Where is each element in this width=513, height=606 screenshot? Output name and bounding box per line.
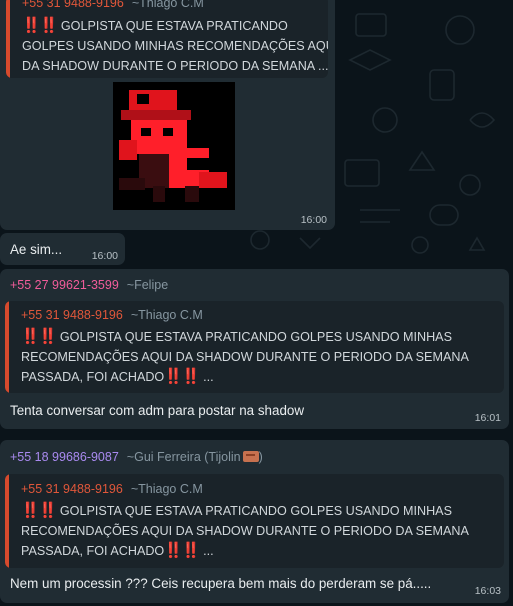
- message-bubble-3[interactable]: +55 27 99621-3599 ~Felipe +55 31 9488-919…: [0, 269, 509, 429]
- quoted-sender-phone: +55 31 9488-9196: [21, 482, 123, 496]
- quoted-message[interactable]: +55 31 9488-9196 ~Thiago C.M ‼️‼️ GOLPIST…: [6, 0, 328, 78]
- message-time: 16:00: [300, 214, 327, 226]
- message-bubble-4[interactable]: +55 18 99686-9087 ~Gui Ferreira (Tijolin)…: [0, 440, 509, 603]
- quoted-text-line-1: ‼️‼️ GOLPISTA QUE ESTAVA PRATICANDO GOLP…: [21, 328, 452, 345]
- quoted-sender-phone: +55 31 9488-9196: [21, 308, 123, 322]
- brick-icon: [242, 451, 259, 462]
- message-bubble-2[interactable]: Ae sim... 16:00: [0, 233, 125, 265]
- double-exclamation-icon: ‼️‼️: [164, 368, 200, 385]
- quoted-text-line-1: ‼️‼️ GOLPISTA QUE ESTAVA PRATICANDO: [22, 17, 288, 34]
- sender-name: ~Felipe: [126, 278, 169, 292]
- quoted-sender-phone: +55 31 9488-9196: [22, 0, 124, 10]
- sender-name: ~Gui Ferreira (Tijolin): [126, 450, 263, 464]
- double-exclamation-icon: ‼️‼️: [21, 328, 57, 345]
- quoted-text-line-1: ‼️‼️ GOLPISTA QUE ESTAVA PRATICANDO GOLP…: [21, 502, 452, 519]
- message-text: Nem um processin ??? Ceis recupera bem m…: [10, 576, 432, 591]
- message-time: 16:03: [474, 585, 501, 597]
- red-pixel-character-sticker[interactable]: [113, 82, 235, 210]
- quoted-message[interactable]: +55 31 9488-9196 ~Thiago C.M ‼️‼️ GOLPIST…: [5, 301, 504, 393]
- sender-phone[interactable]: +55 18 99686-9087: [10, 450, 119, 464]
- quoted-text-line-2: GOLPES USANDO MINHAS RECOMENDAÇÕES AQUI: [22, 39, 328, 53]
- double-exclamation-icon: ‼️‼️: [22, 17, 58, 34]
- double-exclamation-icon: ‼️‼️: [21, 502, 57, 519]
- quoted-text-line-2: RECOMENDAÇÕES AQUI DA SHADOW DURANTE O P…: [21, 350, 469, 364]
- double-exclamation-icon: ‼️‼️: [164, 542, 200, 559]
- message-time: 16:00: [91, 250, 118, 262]
- message-text: Ae sim...: [10, 242, 63, 257]
- quoted-sender-name: ~Thiago C.M: [130, 308, 203, 322]
- quoted-text-line-2: RECOMENDAÇÕES AQUI DA SHADOW DURANTE O P…: [21, 524, 469, 538]
- sender-phone[interactable]: +55 27 99621-3599: [10, 278, 119, 292]
- message-text: Tenta conversar com adm para postar na s…: [10, 403, 305, 418]
- message-bubble-1[interactable]: +55 31 9488-9196 ~Thiago C.M ‼️‼️ GOLPIST…: [0, 0, 335, 230]
- quoted-sender-name: ~Thiago C.M: [131, 0, 204, 10]
- quoted-text-line-3: DA SHADOW DURANTE O PERIODO DA SEMANA ..…: [22, 59, 328, 73]
- quoted-message[interactable]: +55 31 9488-9196 ~Thiago C.M ‼️‼️ GOLPIST…: [5, 474, 504, 568]
- quoted-text-line-3: PASSADA, FOI ACHADO‼️‼️ ...: [21, 368, 214, 385]
- message-time: 16:01: [474, 412, 501, 424]
- quoted-text-line-3: PASSADA, FOI ACHADO‼️‼️ ...: [21, 542, 214, 559]
- quoted-sender-name: ~Thiago C.M: [130, 482, 203, 496]
